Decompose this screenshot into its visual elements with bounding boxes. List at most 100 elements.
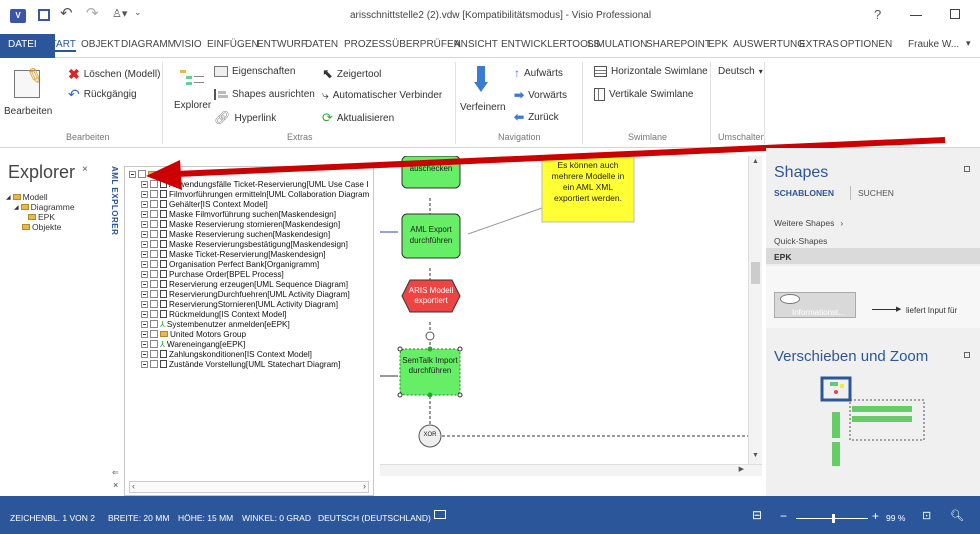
pointer-tool-button[interactable]: ⬉ Zeigertool: [322, 66, 381, 82]
auto-connector-button[interactable]: ⤷ Automatischer Verbinder: [322, 88, 442, 103]
tab-überprüfen[interactable]: ÜBERPRÜFEN: [392, 39, 461, 50]
aml-explorer-tab[interactable]: AML EXPLORER ⇐ ×: [110, 162, 124, 496]
refine-button[interactable]: Verfeinern: [460, 102, 506, 113]
tab-daten[interactable]: DATEN: [305, 39, 338, 50]
expand-icon[interactable]: [141, 310, 148, 318]
canvas-vertical-scrollbar[interactable]: ▲ ▼: [748, 156, 762, 464]
expand-icon[interactable]: [141, 290, 148, 298]
scroll-right-icon[interactable]: ▶: [739, 465, 744, 473]
checkbox[interactable]: [150, 230, 158, 238]
status-language[interactable]: DEUTSCH (DEUTSCHLAND): [318, 513, 431, 523]
checkbox[interactable]: [150, 240, 158, 248]
tree-item[interactable]: Gehälter[IS Context Model]: [141, 199, 268, 209]
expand-icon[interactable]: [141, 210, 148, 218]
selection-handle[interactable]: [457, 392, 463, 398]
pan-zoom-collapse-icon[interactable]: [964, 352, 970, 358]
checkbox[interactable]: [150, 340, 158, 348]
zoom-level[interactable]: 99 %: [886, 513, 905, 523]
save-icon[interactable]: [38, 9, 50, 21]
tree-item[interactable]: Anwendungsfälle Ticket-Reservierung[UML …: [141, 179, 368, 189]
tree-item[interactable]: Zahlungskonditionen[IS Context Model]: [141, 349, 312, 359]
chevron-down-icon[interactable]: ▾: [966, 38, 971, 49]
tab-entwicklertools[interactable]: ENTWICKLERTOOLS: [501, 39, 600, 50]
scroll-thumb[interactable]: [751, 262, 760, 284]
scroll-down-icon[interactable]: ▼: [752, 452, 759, 459]
tab-sharepoint[interactable]: SHAREPOINT: [646, 39, 711, 50]
help-button[interactable]: ?: [874, 7, 881, 22]
undo-icon[interactable]: ↶: [60, 4, 73, 22]
customize-quick-access-icon[interactable]: ⌄: [134, 7, 142, 18]
checkbox[interactable]: [150, 210, 158, 218]
restore-icon[interactable]: [950, 9, 960, 19]
checkbox[interactable]: [150, 300, 158, 308]
checkbox[interactable]: [150, 280, 158, 288]
up-button[interactable]: ↑ Aufwärts: [514, 66, 563, 80]
explorer-close-button[interactable]: ×: [82, 164, 88, 175]
tab-visio[interactable]: VISIO: [175, 39, 202, 50]
connection-point[interactable]: [427, 392, 433, 398]
checkbox[interactable]: [150, 190, 158, 198]
checkbox[interactable]: [150, 360, 158, 368]
expand-icon[interactable]: [141, 320, 148, 328]
expand-icon[interactable]: [141, 360, 148, 368]
tab-auswertung[interactable]: AUSWERTUNG: [733, 39, 805, 50]
pin-icon[interactable]: ⇐: [112, 468, 119, 477]
selection-handle[interactable]: [397, 346, 403, 352]
zoom-out-button[interactable]: −: [780, 509, 787, 523]
undo-button[interactable]: ↶ Rückgängig: [68, 86, 137, 103]
delete-model-button[interactable]: ✖ Löschen (Modell): [68, 66, 160, 83]
checkbox[interactable]: [150, 200, 158, 208]
tree-node-epk[interactable]: EPK: [28, 212, 55, 222]
scroll-up-icon[interactable]: ▲: [752, 158, 759, 165]
close-icon[interactable]: ×: [113, 480, 118, 490]
tab-start[interactable]: START: [44, 39, 76, 52]
minimize-icon[interactable]: [910, 15, 922, 16]
checkbox[interactable]: [150, 290, 158, 298]
zoom-in-button[interactable]: +: [872, 509, 879, 523]
expand-icon[interactable]: [141, 350, 148, 358]
tree-node-diagrams[interactable]: ◢ Diagramme: [14, 202, 75, 212]
tree-node-objects[interactable]: Objekte: [22, 222, 61, 232]
tab-optionen[interactable]: OPTIONEN: [840, 39, 892, 50]
tree-item[interactable]: Purchase Order[BPEL Process]: [141, 269, 284, 279]
expand-icon[interactable]: [141, 200, 148, 208]
checkbox[interactable]: [138, 170, 146, 178]
expand-icon[interactable]: [141, 240, 148, 248]
tree-item[interactable]: Filmvorführungen ermitteln[UML Collabora…: [141, 189, 369, 199]
expand-icon[interactable]: [141, 260, 148, 268]
user-name[interactable]: Frauke W...: [908, 39, 959, 50]
visio-icon[interactable]: V: [10, 9, 26, 23]
canvas-horizontal-scrollbar[interactable]: ▶: [380, 464, 762, 476]
rotate-handle-icon[interactable]: [425, 331, 435, 341]
tab-prozess[interactable]: PROZESS: [344, 39, 392, 50]
redo-icon[interactable]: ↷: [86, 4, 99, 22]
expand-icon[interactable]: [141, 340, 148, 348]
tree-item[interactable]: Maske Filmvorführung suchen[Maskendesign…: [141, 209, 336, 219]
tree-root[interactable]: Dem: [129, 169, 175, 179]
shapes-collapse-icon[interactable]: [964, 166, 970, 172]
checkbox[interactable]: [150, 350, 158, 358]
status-page[interactable]: ZEICHENBL. 1 VON 2: [10, 513, 95, 523]
expand-icon[interactable]: [141, 230, 148, 238]
tab-objekt[interactable]: OBJEKT: [81, 39, 120, 50]
pan-zoom-window-icon[interactable]: 🔍︎: [950, 509, 964, 522]
tab-epk[interactable]: EPK: [708, 39, 728, 50]
tree-item[interactable]: Maske Reservierung stornieren[Maskendesi…: [141, 219, 340, 229]
expand-icon[interactable]: [141, 270, 148, 278]
refresh-button[interactable]: ⟳ Aktualisieren: [322, 110, 394, 126]
tab-datei[interactable]: DATEI: [8, 39, 37, 50]
more-shapes-menu[interactable]: Weitere Shapes ›: [774, 218, 843, 228]
tab-search[interactable]: SUCHEN: [858, 188, 894, 198]
checkbox[interactable]: [150, 250, 158, 258]
tab-extras[interactable]: EXTRAS: [799, 39, 839, 50]
note-connector[interactable]: [467, 207, 543, 235]
tree-item[interactable]: ⅄ Wareneingang[eEPK]: [141, 339, 245, 349]
stencil-epk[interactable]: [766, 248, 980, 264]
connection-point[interactable]: [427, 346, 433, 352]
pointer-dropdown-icon[interactable]: ♙▾: [112, 7, 127, 20]
checkbox[interactable]: [150, 220, 158, 228]
tree-node-model[interactable]: ◢ Modell: [6, 192, 48, 202]
viewport-frame[interactable]: [820, 376, 852, 402]
expand-icon[interactable]: [141, 180, 148, 188]
tree-item[interactable]: Reservierung erzeugen[UML Sequence Diagr…: [141, 279, 348, 289]
